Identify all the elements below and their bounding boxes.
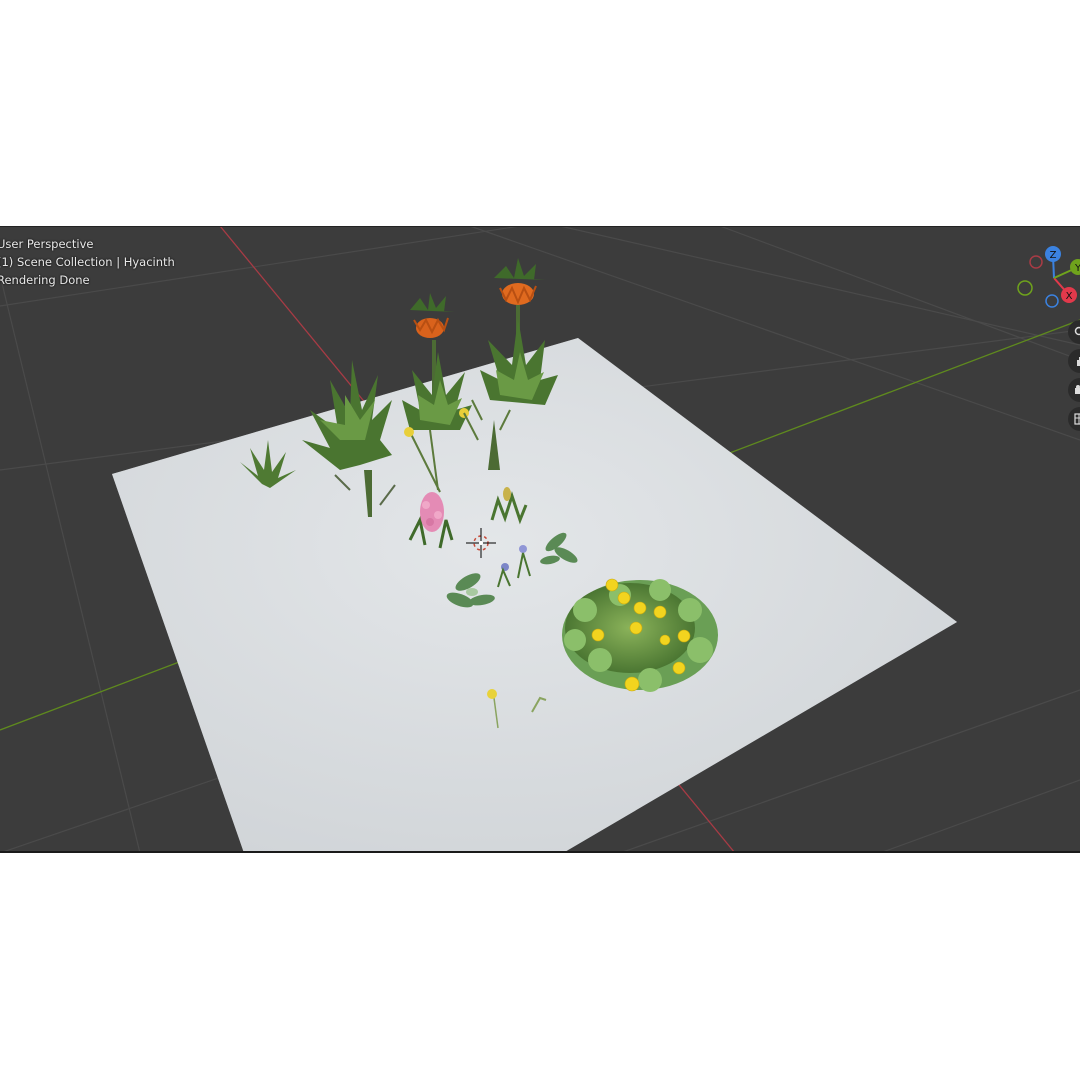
render-status-label: Rendering Done <box>0 273 90 287</box>
svg-text:X: X <box>1066 291 1073 302</box>
viewport-scene[interactable] <box>0 226 1080 853</box>
view-name-label: User Perspective <box>0 237 94 251</box>
neg-y-axis-icon[interactable] <box>1017 280 1033 296</box>
svg-text:Y: Y <box>1074 263 1080 274</box>
camera-icon <box>1075 385 1080 394</box>
neg-z-axis-icon[interactable] <box>1045 294 1059 308</box>
svg-text:Z: Z <box>1050 250 1057 261</box>
zoom-icon <box>1074 326 1080 336</box>
hand-pan-icon <box>1077 357 1080 366</box>
y-axis-icon[interactable]: Y <box>1070 259 1080 275</box>
neg-x-axis-icon[interactable] <box>1029 255 1043 269</box>
x-axis-icon[interactable]: X <box>1061 287 1077 303</box>
grid-ortho-icon <box>1074 413 1080 425</box>
navigation-gizmo[interactable]: Z Y X <box>1010 240 1080 312</box>
z-axis-icon[interactable]: Z <box>1045 246 1061 262</box>
collection-label: (1) Scene Collection | Hyacinth <box>0 255 175 269</box>
3d-viewport[interactable]: User Perspective (1) Scene Collection | … <box>0 226 1080 853</box>
